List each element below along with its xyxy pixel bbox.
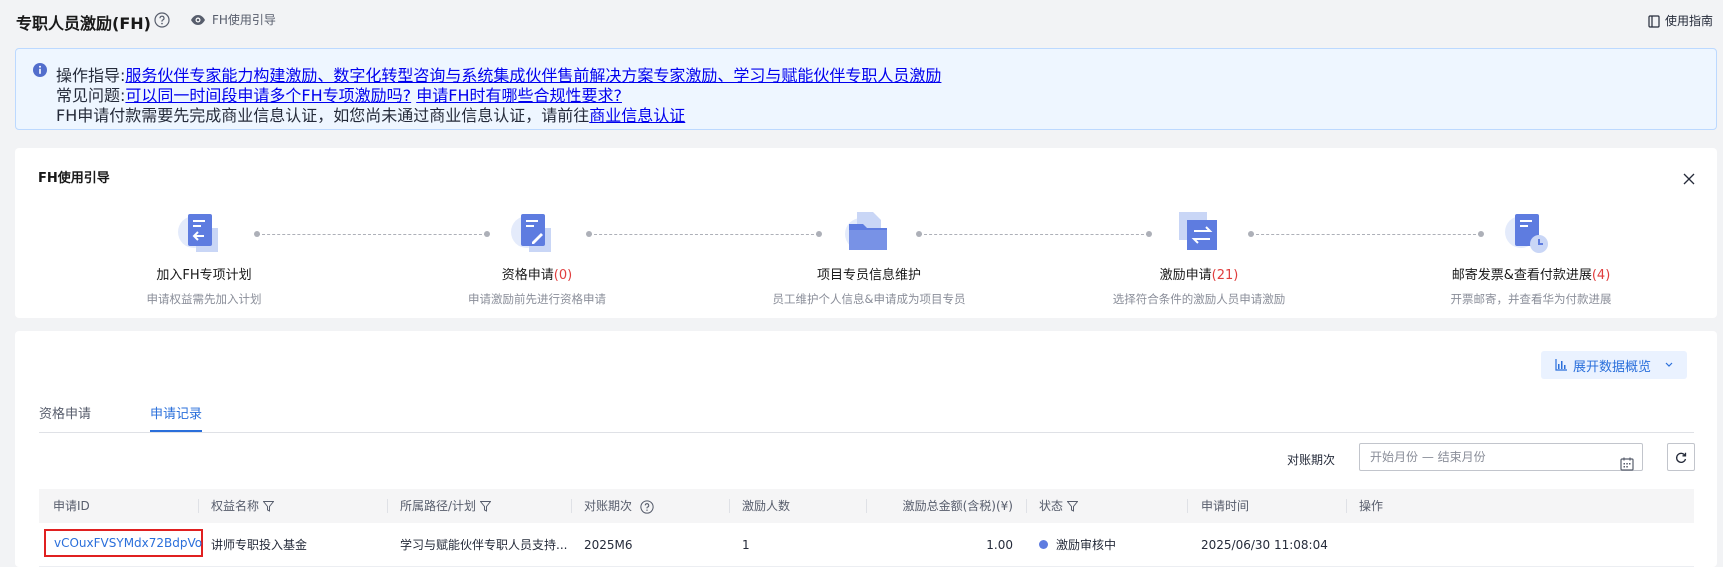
col-people-count: 激励人数: [742, 499, 791, 513]
calendar-icon[interactable]: [1620, 450, 1634, 476]
tab-qualification[interactable]: 资格申请: [39, 403, 91, 430]
help-icon[interactable]: [636, 489, 654, 523]
filter-icon[interactable]: [1067, 489, 1079, 523]
period-range-input[interactable]: 开始月份 — 结束月份: [1359, 443, 1643, 471]
step-desc: 开票邮寄，并查看华为付款进展: [1450, 292, 1612, 306]
guide-card-title: FH使用引导: [38, 171, 110, 186]
step-name: 加入FH专项计划: [156, 268, 252, 283]
records-tabs: 资格申请 申请记录: [39, 403, 1694, 433]
clock-document-icon: [1501, 208, 1561, 258]
apply-time-cell: 2025/06/30 11:08:04: [1201, 538, 1328, 552]
expand-overview-button[interactable]: 展开数据概览: [1540, 351, 1687, 379]
user-manual-link[interactable]: 使用指南: [1648, 12, 1713, 29]
col-path-plan: 所属路径/计划: [400, 489, 492, 523]
step-desc: 选择符合条件的激励人员申请激励: [1112, 292, 1286, 306]
step-join-plan[interactable]: 加入FH专项计划 申请权益需先加入计划: [74, 208, 334, 307]
fh-guide-label: FH使用引导: [212, 13, 276, 27]
step-qualification[interactable]: 资格申请(0) 申请激励前先进行资格申请: [407, 208, 667, 307]
help-icon[interactable]: [154, 9, 170, 28]
step-incentive-apply[interactable]: 激励申请(21) 选择符合条件的激励人员申请激励: [1069, 208, 1329, 307]
book-icon: [1648, 14, 1660, 28]
step-invoice-payment[interactable]: 邮寄发票&查看付款进展(4) 开票邮寄，并查看华为付款进展: [1401, 208, 1661, 307]
step-desc: 申请权益需先加入计划: [146, 292, 262, 306]
plan-document-icon: [174, 208, 234, 258]
notice-line-cert: FH申请付款需要先完成商业信息认证，如您尚未通过商业信息认证，请前往商业信息认证: [56, 106, 686, 125]
step-name: 项目专员信息维护: [816, 268, 921, 283]
col-apply-time: 申请时间: [1201, 499, 1250, 513]
period-cell: 2025M6: [584, 538, 633, 552]
people-count-cell: 1: [742, 538, 750, 552]
tab-application-records[interactable]: 申请记录: [150, 403, 203, 432]
col-total-amount: 激励总金额(含税)(¥): [902, 499, 1013, 513]
col-status: 状态: [1039, 489, 1079, 523]
step-name: 资格申请: [501, 268, 554, 283]
filter-icon[interactable]: [263, 489, 275, 523]
eye-icon: [190, 13, 206, 27]
info-icon: [33, 59, 47, 78]
fh-guide-toggle[interactable]: FH使用引导: [190, 11, 276, 28]
apply-id-link[interactable]: vCOuxFVSYMdx72BdpVo: [44, 529, 203, 557]
refresh-button[interactable]: [1667, 443, 1695, 471]
path-plan-cell: 学习与赋能伙伴专职人员支持...: [400, 538, 568, 552]
amount-cell: 1.00: [986, 538, 1013, 552]
col-period: 对账期次: [584, 489, 654, 523]
fh-guide-card: FH使用引导 加入FH专项计划 申请权益需先加入计划 资格申请(0) 申请激励前…: [15, 148, 1717, 318]
status-dot-icon: [1039, 540, 1048, 549]
step-specialist-info[interactable]: 项目专员信息维护 员工维护个人信息&申请成为项目专员: [739, 208, 999, 307]
records-card: 展开数据概览 资格申请 申请记录 对账期次 开始月份 — 结束月份 申请ID 权…: [15, 331, 1717, 567]
chevron-down-icon: [1657, 358, 1673, 373]
step-desc: 员工维护个人信息&申请成为项目专员: [772, 292, 966, 306]
table-row: vCOuxFVSYMdx72BdpVo 讲师专职投入基金 学习与赋能伙伴专职人员…: [39, 523, 1694, 567]
bar-chart-icon: [1555, 358, 1567, 373]
folder-icon: [839, 208, 899, 258]
status-cell: 激励审核中: [1039, 523, 1116, 567]
exchange-icon: [1169, 208, 1229, 258]
col-apply-id: 申请ID: [53, 499, 90, 513]
col-actions: 操作: [1359, 499, 1384, 513]
col-benefit-name: 权益名称: [211, 489, 275, 523]
table-header: 申请ID 权益名称 所属路径/计划 对账期次 激励人数 激励总金额(含税)(¥)…: [39, 489, 1694, 523]
step-desc: 申请激励前先进行资格申请: [468, 292, 606, 306]
step-name: 邮寄发票&查看付款进展: [1451, 268, 1592, 283]
manual-label: 使用指南: [1664, 14, 1713, 28]
page-title: 专职人员激励(FH): [16, 14, 151, 33]
edit-document-icon: [507, 208, 567, 258]
filter-icon[interactable]: [480, 489, 492, 523]
business-cert-link[interactable]: 商业信息认证: [589, 106, 685, 125]
step-name: 激励申请: [1159, 268, 1212, 283]
refresh-icon: [1675, 448, 1687, 467]
benefit-name-cell: 讲师专职投入基金: [211, 538, 308, 552]
period-filter-label: 对账期次: [1287, 453, 1336, 467]
page-header: 专职人员激励(FH) FH使用引导 使用指南: [0, 0, 1723, 40]
close-icon[interactable]: [1683, 168, 1695, 187]
